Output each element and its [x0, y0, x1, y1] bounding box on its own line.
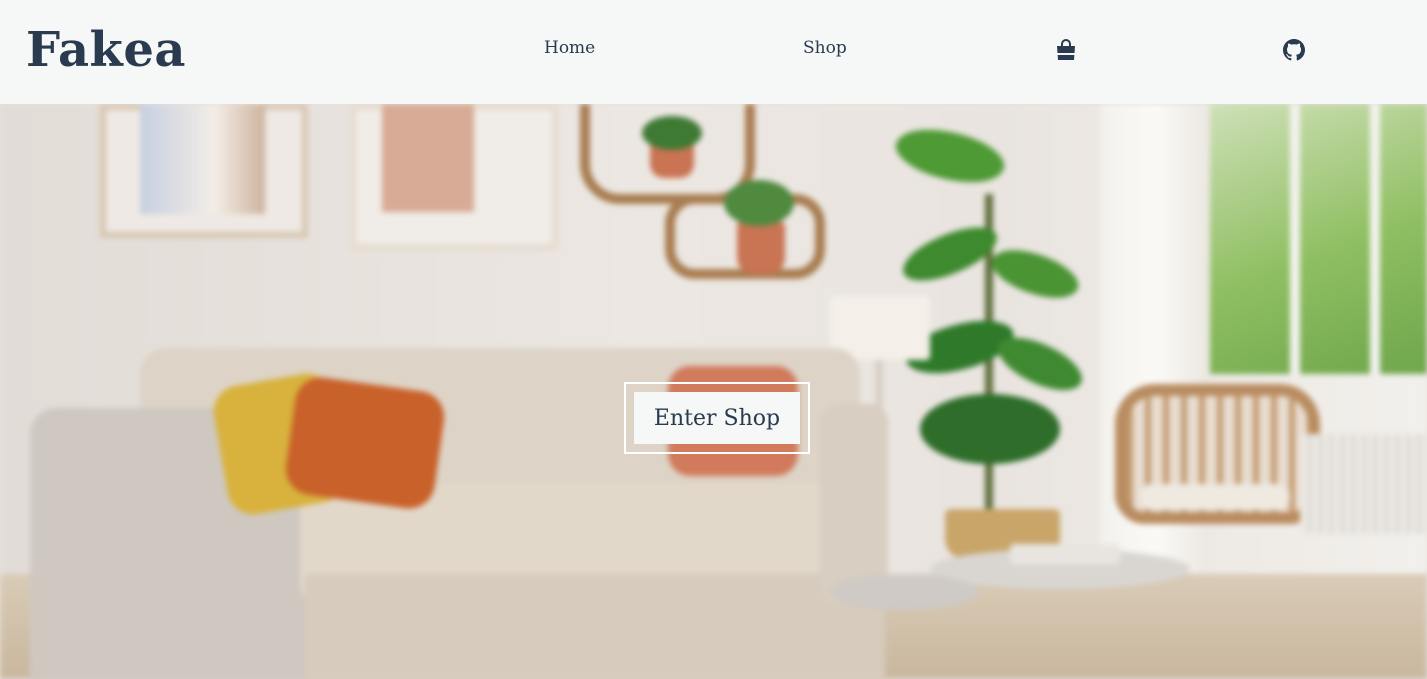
github-icon[interactable]: [1282, 38, 1306, 62]
nav-home-link[interactable]: Home: [544, 36, 595, 60]
brand-logo[interactable]: Fakea: [26, 20, 186, 80]
shopping-bag-icon[interactable]: [1054, 38, 1078, 62]
enter-shop-button[interactable]: Enter Shop: [634, 392, 800, 444]
enter-shop-frame: Enter Shop: [624, 382, 810, 454]
hero-banner: Enter Shop: [0, 104, 1427, 679]
site-header: Fakea Home Shop: [0, 0, 1427, 104]
nav-shop-link[interactable]: Shop: [803, 36, 847, 60]
